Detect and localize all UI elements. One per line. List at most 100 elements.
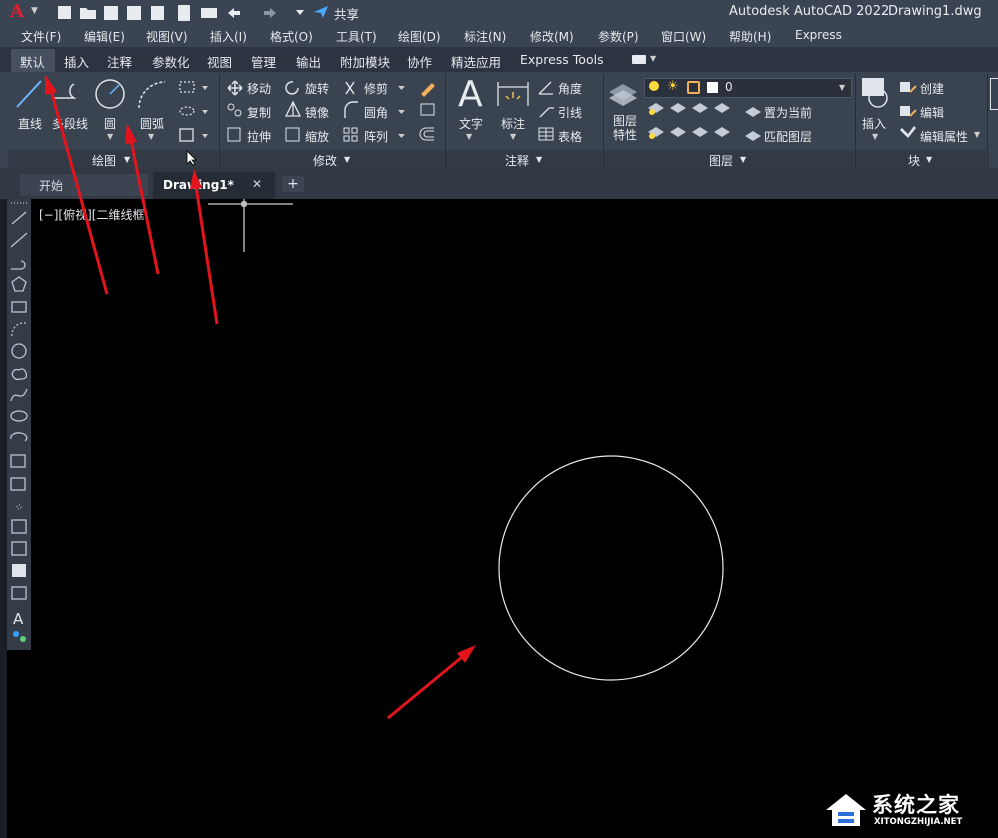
tab-featured-apps[interactable]: 精选应用 bbox=[451, 52, 501, 71]
tab-view[interactable]: 视图 bbox=[207, 52, 232, 71]
circle-dropdown-icon[interactable]: ▼ bbox=[107, 132, 113, 141]
modify-panel-title[interactable]: 修改 bbox=[313, 152, 337, 169]
layers-panel-title[interactable]: 图层 bbox=[709, 152, 733, 169]
annotation-panel-expand-icon[interactable]: ▼ bbox=[536, 155, 542, 164]
move-icon[interactable] bbox=[227, 80, 243, 96]
print-icon[interactable] bbox=[201, 8, 217, 18]
edit-attributes-icon[interactable] bbox=[900, 126, 916, 138]
layer-properties-button[interactable]: 图层 特性 bbox=[611, 114, 639, 142]
array-icon[interactable] bbox=[343, 127, 358, 142]
fillet-icon[interactable] bbox=[344, 101, 358, 118]
modify-panel-expand-icon[interactable]: ▼ bbox=[344, 155, 350, 164]
new-file-icon[interactable] bbox=[58, 6, 71, 19]
stretch-button[interactable]: 拉伸 bbox=[247, 128, 271, 145]
boundary-icon[interactable] bbox=[179, 128, 194, 142]
insert-button[interactable]: 插入 bbox=[862, 115, 886, 132]
toolbar-gradient-icon[interactable] bbox=[12, 564, 26, 577]
match-layer-icon[interactable] bbox=[745, 131, 761, 141]
menu-format[interactable]: 格式(O) bbox=[270, 28, 313, 45]
layers-panel-expand-icon[interactable]: ▼ bbox=[740, 155, 746, 164]
layer-dropdown[interactable]: ☀ 0 ▼ bbox=[644, 78, 852, 98]
toolbar-point-icon[interactable] bbox=[16, 504, 22, 510]
tab-parametric[interactable]: 参数化 bbox=[152, 52, 190, 71]
layer-freeze-icon[interactable]: ☀ bbox=[667, 79, 679, 94]
rectangle-icon[interactable] bbox=[179, 81, 195, 93]
menu-express[interactable]: Express bbox=[795, 28, 842, 42]
undo-icon[interactable] bbox=[228, 8, 240, 18]
erase-icon[interactable] bbox=[421, 83, 435, 97]
toolbar-add-selected-icon[interactable] bbox=[13, 631, 19, 637]
customize-qat-icon[interactable] bbox=[296, 10, 304, 15]
leader-icon[interactable] bbox=[539, 107, 554, 118]
text-dropdown-icon[interactable]: ▼ bbox=[466, 132, 472, 141]
tab-drawing1[interactable]: Drawing1* ✕ bbox=[153, 172, 275, 199]
scale-icon[interactable] bbox=[285, 127, 300, 142]
tab-default[interactable]: 默认 bbox=[20, 52, 45, 71]
copy-button[interactable]: 复制 bbox=[247, 104, 271, 121]
draw-panel-expand-icon[interactable]: ▼ bbox=[124, 155, 130, 164]
drawing-canvas[interactable]: [−][俯视][二维线框 bbox=[36, 199, 998, 838]
toolbar-table-icon[interactable] bbox=[11, 586, 27, 600]
modify-dropdowns[interactable] bbox=[397, 84, 407, 144]
arc-button[interactable]: 圆弧 bbox=[140, 115, 164, 132]
menu-edit[interactable]: 编辑(E) bbox=[84, 28, 125, 45]
scale-button[interactable]: 缩放 bbox=[305, 128, 329, 145]
match-layer-button[interactable]: 匹配图层 bbox=[764, 128, 812, 145]
tab-addins[interactable]: 附加模块 bbox=[340, 52, 390, 71]
dimension-dropdown-icon[interactable]: ▼ bbox=[510, 132, 516, 141]
menu-view[interactable]: 视图(V) bbox=[146, 28, 188, 45]
table-button[interactable]: 表格 bbox=[558, 128, 582, 145]
menu-dimension[interactable]: 标注(N) bbox=[464, 28, 506, 45]
toolbar-circle-icon[interactable] bbox=[11, 343, 27, 359]
edit-block-button[interactable]: 编辑 bbox=[920, 104, 944, 121]
circle-icon[interactable] bbox=[94, 78, 126, 110]
edit-attributes-dropdown-icon[interactable]: ▼ bbox=[974, 130, 980, 139]
draw-panel-title[interactable]: 绘图 bbox=[92, 152, 116, 169]
insert-dropdown-icon[interactable]: ▼ bbox=[872, 132, 878, 141]
menu-modify[interactable]: 修改(M) bbox=[530, 28, 574, 45]
toolbar-polygon-icon[interactable] bbox=[11, 276, 27, 292]
layer-dropdown-arrow-icon[interactable]: ▼ bbox=[839, 83, 845, 92]
menu-draw[interactable]: 绘图(D) bbox=[398, 28, 441, 45]
polyline-icon[interactable] bbox=[52, 82, 90, 110]
ribbon-minimize-chevron-icon[interactable]: ▼ bbox=[650, 54, 656, 63]
tab-start[interactable]: 开始 bbox=[20, 174, 148, 196]
toolbar-line-icon[interactable] bbox=[11, 211, 27, 225]
menu-parametric[interactable]: 参数(P) bbox=[598, 28, 639, 45]
toolbar-mtext-icon[interactable]: A bbox=[13, 610, 24, 628]
toolbar-construction-line-icon[interactable] bbox=[10, 232, 28, 248]
menu-file[interactable]: 文件(F) bbox=[21, 28, 61, 45]
toolbar-insert-block-icon[interactable] bbox=[10, 454, 26, 468]
line-icon[interactable] bbox=[14, 78, 44, 110]
toolbar-polyline-icon[interactable] bbox=[11, 260, 26, 270]
arc-icon[interactable] bbox=[136, 78, 168, 110]
move-button[interactable]: 移动 bbox=[247, 80, 271, 97]
tab-output[interactable]: 输出 bbox=[296, 52, 321, 71]
new-tab-button[interactable]: + bbox=[282, 176, 304, 192]
layer-freeze-tool-icon[interactable] bbox=[692, 103, 708, 113]
toolbar-ellipse-arc-icon[interactable] bbox=[10, 432, 28, 442]
layer-on-all-icon[interactable] bbox=[670, 127, 686, 137]
table-icon[interactable] bbox=[538, 127, 554, 141]
layer-properties-icon[interactable] bbox=[607, 78, 639, 110]
annotation-panel-title[interactable]: 注释 bbox=[505, 152, 529, 169]
menu-window[interactable]: 窗口(W) bbox=[661, 28, 706, 45]
app-menu-chevron-icon[interactable]: ▼ bbox=[31, 6, 38, 16]
leader-button[interactable]: 引线 bbox=[558, 104, 582, 121]
share-button[interactable]: 共享 bbox=[334, 4, 359, 23]
redo-icon[interactable] bbox=[264, 8, 276, 18]
menu-tools[interactable]: 工具(T) bbox=[336, 28, 377, 45]
close-tab-icon[interactable]: ✕ bbox=[252, 177, 262, 191]
line-button[interactable]: 直线 bbox=[18, 115, 42, 132]
block-panel-bar[interactable] bbox=[856, 150, 986, 168]
copy-icon[interactable] bbox=[227, 103, 242, 117]
dimension-button[interactable]: 标注 bbox=[501, 115, 525, 132]
mirror-button[interactable]: 镜像 bbox=[305, 104, 329, 121]
toolbar-hatch-icon[interactable] bbox=[11, 519, 27, 534]
hatch-icon[interactable] bbox=[179, 106, 195, 116]
set-current-button[interactable]: 置为当前 bbox=[764, 104, 812, 121]
text-icon[interactable]: A bbox=[458, 74, 483, 115]
angular-button[interactable]: 角度 bbox=[558, 80, 582, 97]
trim-icon[interactable] bbox=[345, 81, 355, 95]
drawn-circle[interactable] bbox=[498, 455, 724, 681]
